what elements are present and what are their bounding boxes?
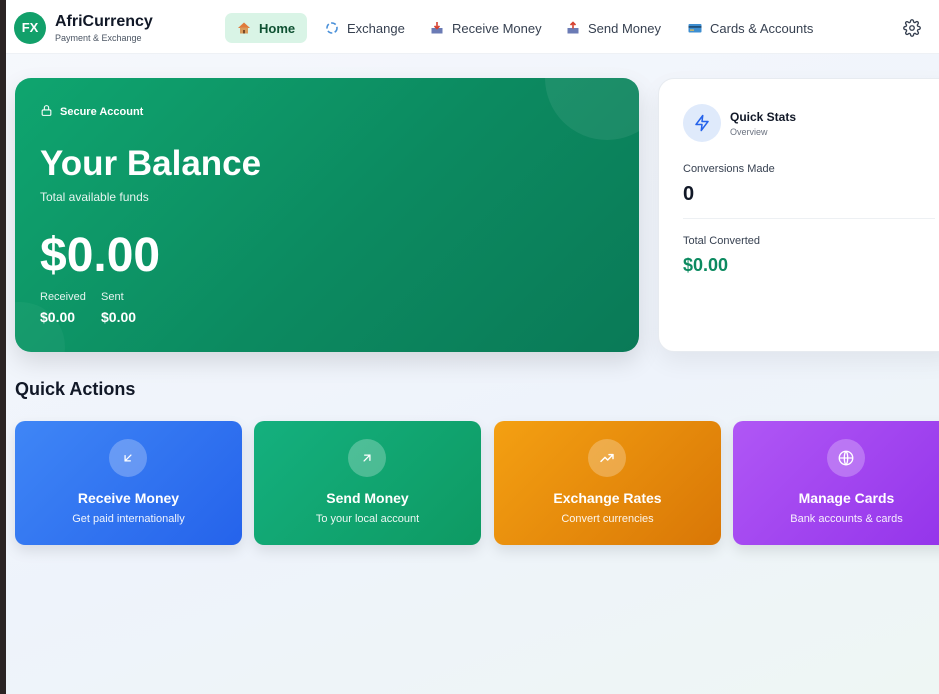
action-subtitle: Bank accounts & cards: [790, 513, 903, 525]
conversions-label: Conversions Made: [683, 163, 775, 175]
lightning-icon: [683, 104, 721, 142]
arrow-down-left-icon: [109, 439, 147, 477]
sent-label: Sent: [101, 291, 124, 303]
action-subtitle: Get paid internationally: [72, 513, 185, 525]
balance-subtitle: Total available funds: [40, 190, 149, 204]
exchange-rates-action-card[interactable]: Exchange Rates Convert currencies: [494, 421, 721, 545]
nav-exchange[interactable]: Exchange: [313, 13, 417, 43]
nav-home[interactable]: Home: [225, 13, 308, 43]
nav-receive-label: Receive Money: [452, 20, 542, 36]
logo-badge[interactable]: FX: [14, 12, 46, 44]
exchange-icon: [325, 21, 339, 35]
nav-send-label: Send Money: [588, 20, 661, 36]
total-converted-label: Total Converted: [683, 235, 761, 247]
brand-name: AfriCurrency: [55, 13, 153, 30]
action-subtitle: Convert currencies: [561, 513, 654, 525]
total-converted-value: $0.00: [683, 255, 729, 275]
send-outbox-icon: [566, 21, 580, 35]
secure-account-label: Secure Account: [60, 106, 144, 118]
top-navbar: FX AfriCurrency Payment & Exchange Home …: [6, 0, 939, 54]
quick-stats-card: Quick Stats Overview Conversions Made 0 …: [658, 78, 939, 352]
nav-exchange-label: Exchange: [347, 20, 405, 36]
secure-account-badge: Secure Account: [40, 104, 143, 120]
conversions-value: 0: [683, 183, 695, 205]
nav-receive-money[interactable]: Receive Money: [418, 13, 554, 43]
nav-cards-accounts[interactable]: Cards & Accounts: [676, 13, 825, 43]
credit-card-icon: [688, 21, 702, 35]
nav-send-money[interactable]: Send Money: [554, 13, 673, 43]
action-title: Receive Money: [77, 490, 180, 506]
nav-home-label: Home: [259, 20, 296, 36]
manage-cards-action-card[interactable]: Manage Cards Bank accounts & cards: [733, 421, 939, 545]
divider: [683, 218, 935, 219]
balance-card: Secure Account Your Balance Total availa…: [15, 78, 639, 352]
arrow-up-right-icon: [348, 439, 386, 477]
app-window: FX AfriCurrency Payment & Exchange Home …: [6, 0, 939, 694]
received-label: Received: [40, 291, 86, 303]
quick-stats-subtitle: Overview: [730, 127, 768, 137]
sent-value: $0.00: [101, 309, 137, 325]
brand-tagline: Payment & Exchange: [55, 33, 142, 43]
trending-up-icon: [588, 439, 626, 477]
receive-money-action-card[interactable]: Receive Money Get paid internationally: [15, 421, 242, 545]
settings-gear-icon[interactable]: [903, 19, 921, 37]
quick-stats-title: Quick Stats: [730, 110, 797, 124]
action-title: Manage Cards: [798, 490, 895, 506]
house-icon: [237, 21, 251, 35]
quick-actions-heading: Quick Actions: [15, 379, 136, 399]
nav-cards-label: Cards & Accounts: [710, 20, 814, 36]
action-subtitle: To your local account: [315, 513, 420, 525]
balance-amount: $0.00: [40, 229, 161, 282]
receive-inbox-icon: [430, 21, 444, 35]
received-value: $0.00: [40, 309, 76, 325]
globe-icon: [827, 439, 865, 477]
action-title: Send Money: [326, 490, 409, 506]
lock-icon: [40, 104, 53, 120]
send-money-action-card[interactable]: Send Money To your local account: [254, 421, 481, 545]
action-title: Exchange Rates: [553, 490, 662, 506]
decorative-circle: [545, 78, 639, 140]
balance-title: Your Balance: [40, 144, 262, 183]
